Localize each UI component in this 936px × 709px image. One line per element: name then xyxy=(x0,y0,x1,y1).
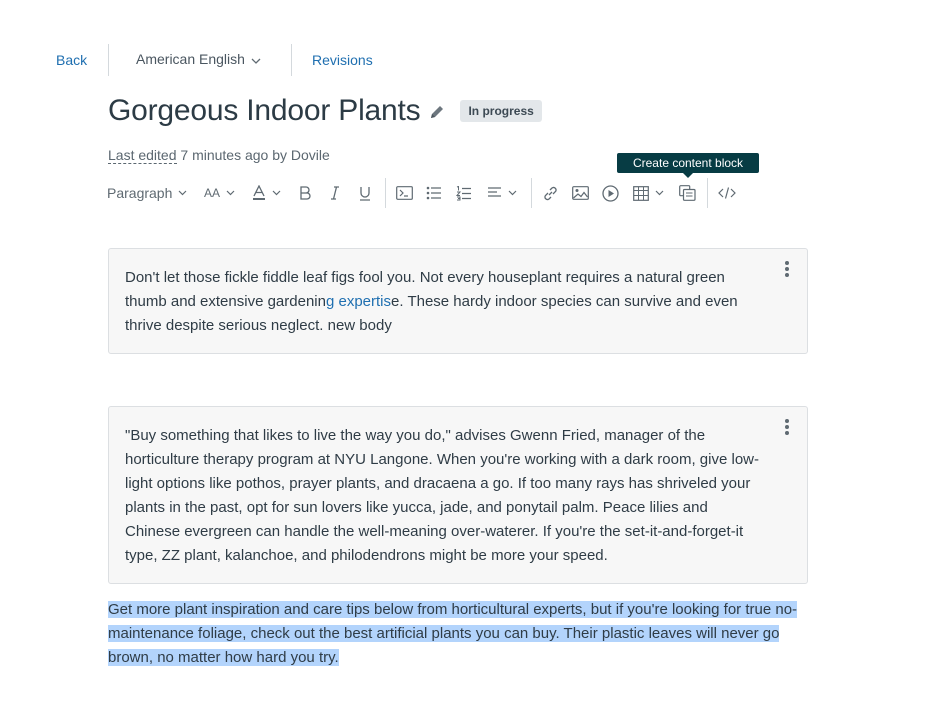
alignment-dropdown[interactable] xyxy=(487,178,517,208)
divider xyxy=(108,44,109,76)
last-edited-meta: Last edited 7 minutes ago by Dovile xyxy=(108,147,330,164)
last-edited-label: Last edited xyxy=(108,147,177,164)
insert-link-button[interactable] xyxy=(542,178,559,208)
bulleted-list-button[interactable] xyxy=(426,178,442,208)
language-label: American English xyxy=(136,51,245,67)
table-icon xyxy=(633,185,649,201)
bulleted-list-icon xyxy=(426,186,442,200)
chevron-down-icon xyxy=(272,190,281,196)
create-content-block-tooltip: Create content block xyxy=(617,153,759,178)
play-circle-icon xyxy=(602,184,619,202)
block-format-label: Paragraph xyxy=(107,185,173,201)
chevron-down-icon xyxy=(226,190,235,196)
title-row: Gorgeous Indoor Plants In progress xyxy=(108,94,542,128)
block-text: Don't let those fickle fiddle leaf figs … xyxy=(125,266,765,338)
chevron-down-icon xyxy=(251,51,261,67)
numbered-list-icon xyxy=(456,185,472,201)
chevron-down-icon xyxy=(508,190,517,196)
revisions-link[interactable]: Revisions xyxy=(312,52,373,68)
underline-button[interactable] xyxy=(359,178,371,208)
bold-button[interactable] xyxy=(299,178,311,208)
selected-text: Get more plant inspiration and care tips… xyxy=(108,601,798,666)
top-nav: Back American English Revisions xyxy=(0,44,936,76)
code-block-button[interactable] xyxy=(396,178,413,208)
numbered-list-button[interactable] xyxy=(456,178,472,208)
italic-button[interactable] xyxy=(330,178,340,208)
edit-pencil-icon[interactable] xyxy=(428,103,446,121)
divider xyxy=(707,178,708,208)
back-link[interactable]: Back xyxy=(56,52,87,68)
block-menu-kebab-icon[interactable] xyxy=(781,419,793,437)
status-badge: In progress xyxy=(460,100,542,122)
inline-link[interactable]: g expertis xyxy=(326,293,391,310)
underline-icon xyxy=(359,186,371,201)
font-color-icon xyxy=(252,185,266,201)
content-block-icon xyxy=(679,185,696,201)
block-text: "Buy something that likes to live the wa… xyxy=(125,427,759,564)
create-content-block-button[interactable] xyxy=(679,178,696,208)
insert-media-button[interactable] xyxy=(602,178,619,208)
font-color-dropdown[interactable] xyxy=(252,178,281,208)
content-block[interactable]: "Buy something that likes to live the wa… xyxy=(108,406,808,584)
divider xyxy=(291,44,292,76)
selected-paragraph[interactable]: Get more plant inspiration and care tips… xyxy=(108,598,808,670)
language-select[interactable]: American English xyxy=(136,51,261,67)
chevron-down-icon xyxy=(178,190,187,196)
block-format-dropdown[interactable]: Paragraph xyxy=(107,178,187,208)
image-icon xyxy=(572,186,589,200)
source-code-button[interactable] xyxy=(718,178,736,208)
italic-icon xyxy=(330,186,340,200)
font-size-dropdown[interactable]: AA xyxy=(204,178,235,208)
font-size-icon: AA xyxy=(204,186,221,200)
bold-icon xyxy=(299,186,311,200)
editor-toolbar: Paragraph AA xyxy=(0,178,936,208)
code-block-icon xyxy=(396,186,413,200)
content-block[interactable]: Don't let those fickle fiddle leaf figs … xyxy=(108,248,808,354)
divider xyxy=(385,178,386,208)
page-title: Gorgeous Indoor Plants xyxy=(108,94,421,127)
insert-image-button[interactable] xyxy=(572,178,589,208)
divider xyxy=(531,178,532,208)
align-left-icon xyxy=(487,187,502,199)
chevron-down-icon xyxy=(655,190,664,196)
last-edited-info: 7 minutes ago by Dovile xyxy=(176,147,330,163)
block-menu-kebab-icon[interactable] xyxy=(781,261,793,279)
link-icon xyxy=(542,185,559,202)
code-icon xyxy=(718,187,736,199)
insert-table-dropdown[interactable] xyxy=(633,178,664,208)
